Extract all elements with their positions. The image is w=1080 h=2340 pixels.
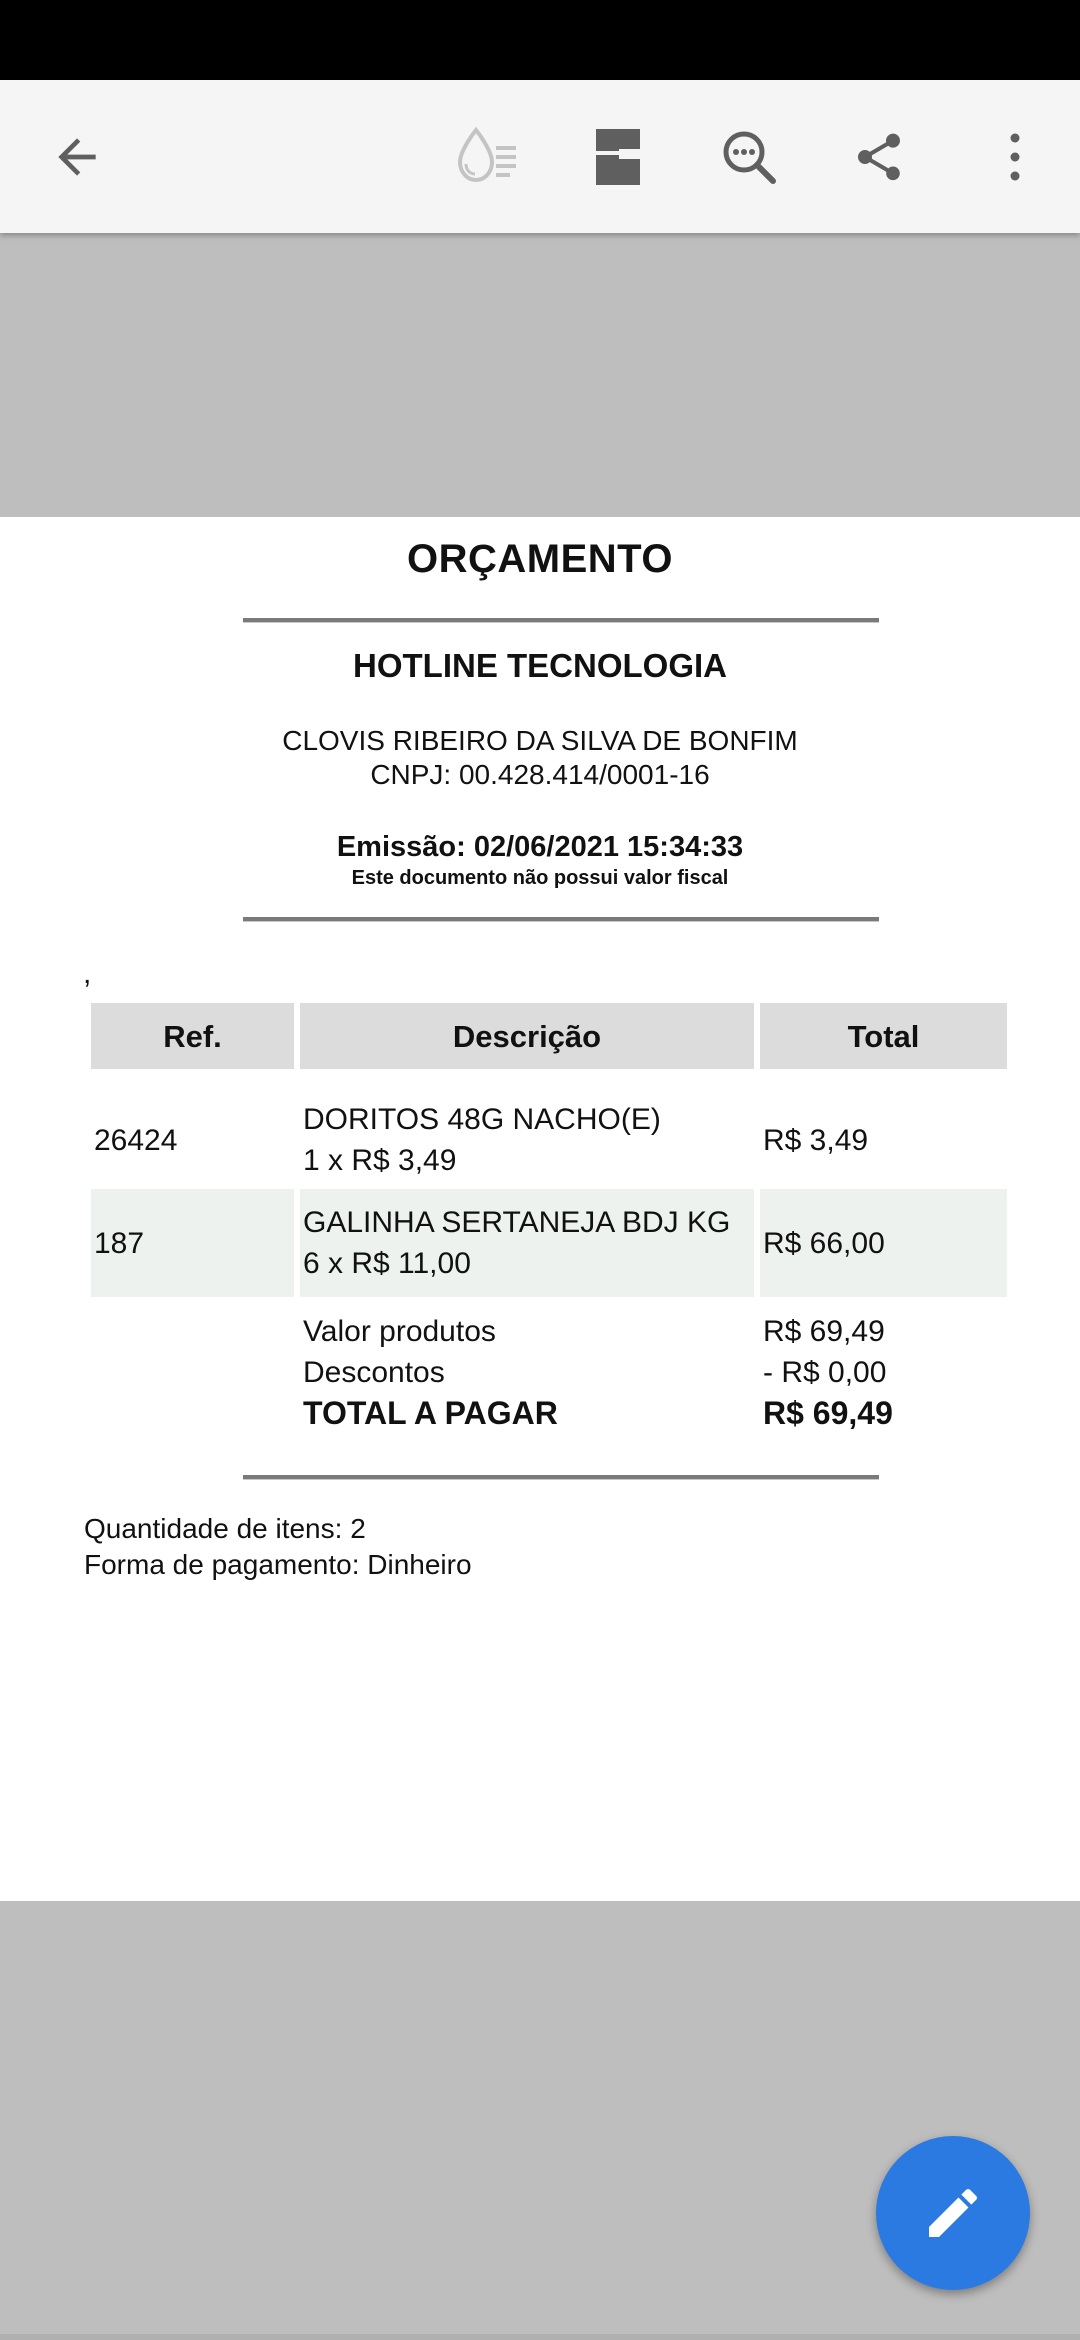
item-quantity: 6 x R$ 11,00 — [303, 1247, 471, 1280]
cnpj: CNPJ: 00.428.414/0001-16 — [370, 759, 710, 790]
table-row-total: R$ 66,00 — [760, 1189, 1007, 1297]
item-quantity: 1 x R$ 3,49 — [303, 1144, 457, 1177]
table-row-total: R$ 3,49 — [763, 1123, 869, 1157]
item-count: Quantidade de itens: 2 — [84, 1513, 366, 1544]
column-header-total: Total — [760, 1003, 1007, 1069]
payment-method: Forma de pagamento: Dinheiro — [84, 1549, 472, 1580]
table-row-description: GALINHA SERTANEJA BDJ KG 6 x R$ 11,00 — [300, 1189, 754, 1297]
back-button[interactable] — [22, 80, 132, 233]
item-description: GALINHA SERTANEJA BDJ KG — [303, 1206, 731, 1239]
fiscal-disclaimer: Este documento não possui valor fiscal — [351, 867, 729, 889]
page-layout-button[interactable] — [563, 80, 673, 233]
search-in-document-icon — [723, 131, 776, 184]
company-name: HOTLINE TECNOLOGIA — [353, 647, 727, 684]
column-header-ref: Ref. — [91, 1003, 294, 1069]
edit-pencil-icon — [929, 2188, 978, 2237]
ink-drop-icon — [457, 126, 516, 182]
share-button[interactable] — [824, 80, 934, 233]
more-options-icon — [1010, 133, 1020, 180]
share-icon — [858, 133, 900, 180]
navigation-bar — [0, 2334, 1080, 2340]
table-row-ref: 187 — [91, 1189, 294, 1297]
table-row-description: DORITOS 48G NACHO(E) 1 x R$ 3,49 — [300, 1087, 754, 1193]
discount-value: - R$ 0,00 — [763, 1356, 887, 1389]
top-toolbar — [0, 80, 1080, 233]
discount-label: Descontos — [303, 1356, 445, 1389]
owner-name: CLOVIS RIBEIRO DA SILVA DE BONFIM — [282, 725, 798, 756]
document-title: ORÇAMENTO — [407, 537, 673, 581]
stray-mark: , — [83, 957, 92, 990]
column-header-description: Descrição — [300, 1003, 754, 1069]
back-arrow-icon — [58, 137, 96, 176]
page-layout-icon — [596, 128, 641, 185]
total-label: TOTAL A PAGAR — [303, 1395, 558, 1431]
status-bar — [0, 0, 1080, 80]
divider — [243, 1475, 879, 1480]
search-button[interactable] — [694, 80, 804, 233]
total-value: R$ 69,49 — [763, 1395, 893, 1431]
item-description: DORITOS 48G NACHO(E) — [303, 1103, 661, 1136]
divider — [243, 917, 879, 922]
ink-saver-button[interactable] — [432, 80, 542, 233]
more-options-button[interactable] — [960, 80, 1070, 233]
edit-button[interactable] — [876, 2136, 1030, 2290]
summary-labels: Valor produtos Descontos TOTAL A PAGAR — [300, 1311, 754, 1435]
divider — [243, 618, 879, 623]
products-value: R$ 69,49 — [763, 1315, 885, 1348]
emission-date: Emissão: 02/06/2021 15:34:33 — [336, 831, 744, 863]
products-value-label: Valor produtos — [303, 1315, 496, 1348]
summary-values: R$ 69,49 - R$ 0,00 R$ 69,49 — [760, 1311, 1007, 1435]
document-page: ORÇAMENTO HOTLINE TECNOLOGIA CLOVIS RIBE… — [0, 517, 1080, 1901]
table-row-ref: 26424 — [94, 1123, 178, 1157]
